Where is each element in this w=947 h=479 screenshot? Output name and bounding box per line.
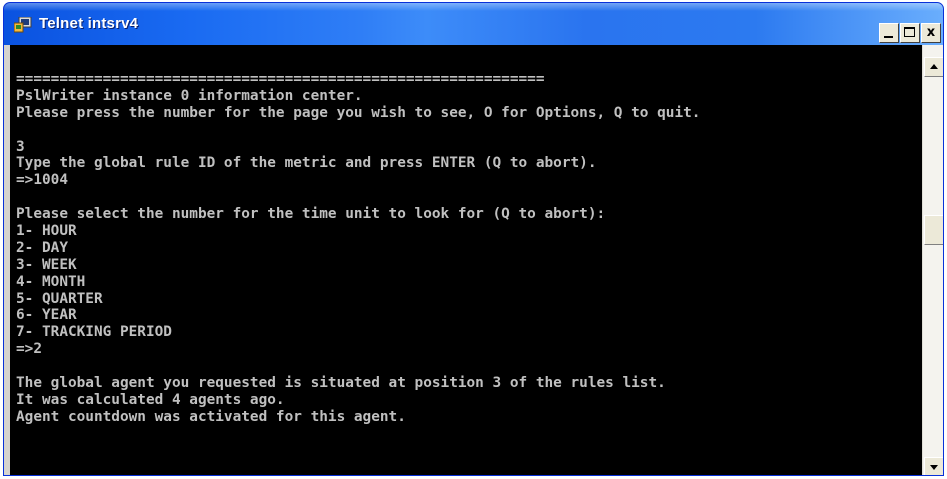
console-line: Type the global rule ID of the metric an… [16, 155, 597, 172]
console-line: It was calculated 4 agents ago. [16, 391, 285, 408]
maximize-icon [904, 27, 915, 37]
console-line: ========================================… [16, 71, 545, 87]
title-bar[interactable]: Telnet intsrv4 x [4, 3, 943, 45]
console-line: 1- HOUR [16, 223, 77, 240]
window-title: Telnet intsrv4 [39, 15, 139, 32]
console-line: The global agent you requested is situat… [16, 375, 666, 392]
close-button[interactable]: x [921, 23, 941, 43]
minimize-icon [884, 36, 893, 38]
scroll-up-button[interactable] [924, 57, 943, 77]
console-line: 6- YEAR [16, 307, 77, 324]
scroll-up-arrow-icon [930, 64, 938, 69]
minimize-button[interactable] [879, 23, 899, 43]
console-output-area[interactable]: ========================================… [4, 45, 922, 475]
console-line: Please select the number for the time un… [16, 206, 606, 223]
title-bar-shine [4, 3, 943, 11]
scroll-down-button[interactable] [924, 457, 943, 475]
console-line: Agent countdown was activated for this a… [16, 408, 406, 425]
console-line: Please press the number for the page you… [16, 104, 701, 121]
scroll-down-arrow-icon [930, 465, 938, 470]
console-line: 5- QUARTER [16, 290, 103, 307]
telnet-app-icon[interactable] [14, 17, 32, 33]
vertical-scrollbar[interactable] [922, 45, 943, 475]
maximize-button[interactable] [900, 23, 920, 43]
console-line: 7- TRACKING PERIOD [16, 324, 172, 341]
console-line: 3- WEEK [16, 256, 77, 273]
close-icon: x [926, 25, 936, 40]
console-line: =>1004 [16, 172, 68, 189]
console-line: 3 [16, 138, 25, 155]
console-line: 2- DAY [16, 239, 68, 256]
telnet-window: Telnet intsrv4 x =======================… [3, 2, 944, 476]
console-line: =>2 [16, 341, 42, 358]
console-line: PslWriter instance 0 information center. [16, 87, 363, 104]
console-text: ========================================… [16, 71, 700, 426]
console-line: 4- MONTH [16, 273, 86, 290]
scroll-thumb[interactable] [924, 215, 943, 245]
